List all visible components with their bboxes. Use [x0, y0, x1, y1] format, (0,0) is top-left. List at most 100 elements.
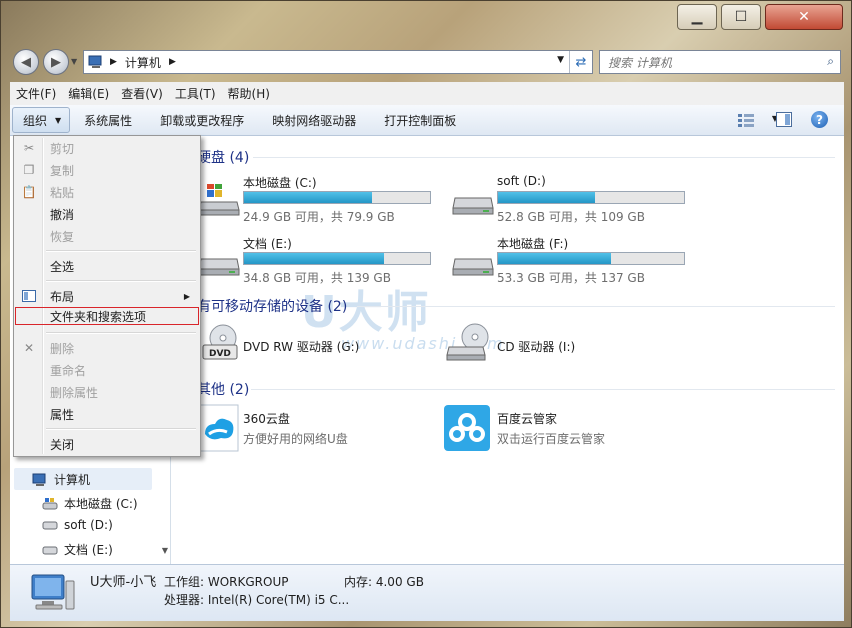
scissors-icon: ✂ [23, 141, 35, 155]
breadcrumb-computer[interactable]: 计算机 [125, 54, 161, 71]
forward-arrow-icon: ▶ [51, 54, 61, 70]
cd-drive-item[interactable]: CD 驱动器 (I:) [443, 323, 683, 367]
menu-item-label: 全选 [50, 259, 75, 274]
close-button[interactable]: ✕ [765, 4, 843, 30]
group-header-hdd[interactable]: 硬盘 (4) [197, 147, 249, 167]
baidu-cloud-item[interactable]: 百度云管家 双击运行百度云管家 [443, 404, 683, 454]
back-button[interactable]: ◀ [13, 49, 39, 75]
dvd-drive-name: DVD RW 驱动器 (G:) [243, 340, 360, 354]
menu-item-delete[interactable]: ✕ 删除 [16, 338, 198, 358]
drive-f[interactable]: 本地磁盘 (F:) 53.3 GB 可用，共 137 GB [451, 235, 691, 291]
search-placeholder: 搜索 计算机 [608, 55, 672, 70]
drive-c[interactable]: 本地磁盘 (C:) 24.9 GB 可用，共 79.9 GB [197, 174, 437, 230]
layout-icon [22, 289, 36, 303]
group-header-other[interactable]: 其他 (2) [197, 379, 249, 399]
cd-drive-name: CD 驱动器 (I:) [497, 340, 576, 354]
workgroup-info: 工作组: WORKGROUP [164, 575, 289, 589]
drive-f-icon [452, 258, 494, 276]
nav-scroll-down-icon[interactable]: ▼ [162, 546, 168, 555]
menu-item-copy[interactable]: ❐ 复制 [16, 160, 198, 180]
menu-tools[interactable]: 工具(T) [169, 85, 222, 102]
organize-button[interactable]: 组织 ▼ [12, 107, 71, 133]
map-network-drive-button[interactable]: 映射网络驱动器 [258, 112, 370, 129]
nav-item-drive-e[interactable]: 文档 (E:) [42, 541, 113, 558]
memory-info: 内存: 4.00 GB [344, 575, 424, 589]
nav-label: 计算机 [54, 473, 91, 487]
help-icon[interactable]: ? [811, 111, 828, 128]
maximize-button[interactable]: ☐ [721, 4, 761, 30]
nav-item-drive-d[interactable]: soft (D:) [42, 518, 113, 532]
menu-item-select-all[interactable]: 全选 [16, 256, 198, 276]
drive-d[interactable]: soft (D:) 52.8 GB 可用，共 109 GB [451, 174, 691, 230]
search-icon[interactable]: ⌕ [827, 54, 834, 69]
drive-usage-bar [243, 191, 431, 204]
drive-e-icon [198, 258, 240, 276]
menu-file[interactable]: 文件(F) [10, 85, 62, 102]
drive-icon [42, 497, 58, 509]
baidu-cloud-name: 百度云管家 [497, 412, 558, 426]
menu-view[interactable]: 查看(V) [115, 85, 169, 102]
menu-item-rename[interactable]: 重命名 [16, 360, 198, 380]
menu-edit[interactable]: 编辑(E) [62, 85, 115, 102]
menu-item-label: 文件夹和搜索选项 [50, 309, 147, 324]
computer-name: U大师-小飞 [90, 575, 157, 590]
menu-item-cut[interactable]: ✂ 剪切 [16, 138, 198, 158]
maximize-icon: ☐ [734, 9, 748, 25]
explorer-window: ▁ ☐ ✕ ◀ ▶ ▼ ▶ 计算机 ▶ ▼ ⇄ 搜索 计算机 ⌕ 文件(F) 编… [0, 0, 852, 628]
minimize-button[interactable]: ▁ [677, 4, 717, 30]
menu-item-properties[interactable]: 属性 [16, 404, 198, 424]
drive-space-info: 53.3 GB 可用，共 137 GB [497, 271, 645, 285]
nav-item-drive-c[interactable]: 本地磁盘 (C:) [42, 495, 138, 512]
menu-item-label: 删除属性 [50, 385, 99, 400]
group-divider [357, 306, 835, 307]
360-cloud-item[interactable]: 360云盘 方便好用的网络U盘 [197, 404, 437, 454]
baidu-cloud-desc: 双击运行百度云管家 [497, 432, 606, 446]
menu-help[interactable]: 帮助(H) [222, 85, 276, 102]
dvd-drive-item[interactable]: DVD DVD RW 驱动器 (G:) [197, 323, 437, 367]
drive-space-info: 52.8 GB 可用，共 109 GB [497, 210, 645, 224]
command-bar: 组织 ▼ 系统属性 卸载或更改程序 映射网络驱动器 打开控制面板 ▼ ? [10, 105, 844, 136]
svg-text:DVD: DVD [209, 349, 231, 359]
menu-item-label: 属性 [50, 407, 75, 422]
copy-icon: ❐ [23, 163, 35, 177]
menu-item-remove-properties[interactable]: 删除属性 [16, 382, 198, 402]
group-divider [253, 157, 835, 158]
drive-usage-fill [498, 192, 595, 203]
group-header-removable[interactable]: 有可移动存储的设备 (2) [197, 296, 347, 316]
nav-label: 文档 (E:) [64, 543, 113, 557]
menu-separator [46, 332, 196, 334]
details-pane: U大师-小飞 工作组: WORKGROUP 内存: 4.00 GB 处理器: I… [10, 564, 844, 621]
submenu-arrow-icon: ▶ [183, 291, 190, 301]
drive-usage-fill [244, 253, 384, 264]
menu-item-layout[interactable]: 布局 ▶ [16, 286, 198, 306]
menu-item-undo[interactable]: 撤消 [16, 204, 198, 224]
menu-item-label: 布局 [50, 289, 75, 304]
drive-name: 本地磁盘 (F:) [497, 237, 569, 251]
forward-button[interactable]: ▶ [43, 49, 69, 75]
menu-separator [46, 250, 196, 252]
system-properties-button[interactable]: 系统属性 [70, 112, 146, 129]
menu-separator [46, 428, 196, 430]
menu-item-folder-options[interactable]: 文件夹和搜索选项 [15, 307, 199, 325]
drive-name: 文档 (E:) [243, 237, 292, 251]
360-cloud-name: 360云盘 [243, 412, 290, 426]
drive-usage-bar [497, 191, 685, 204]
nav-item-computer[interactable]: 计算机 [32, 471, 90, 488]
address-bar[interactable]: ▶ 计算机 ▶ ▼ ⇄ [83, 50, 593, 74]
preview-pane-icon[interactable] [776, 112, 792, 130]
cd-drive-icon [446, 323, 489, 361]
menu-item-paste[interactable]: 📋 粘贴 [16, 182, 198, 202]
breadcrumb-arrow-icon: ▶ [110, 57, 117, 67]
menu-item-close[interactable]: 关闭 [16, 434, 198, 454]
breadcrumb-arrow-icon: ▶ [168, 57, 176, 67]
uninstall-program-button[interactable]: 卸载或更改程序 [146, 112, 258, 129]
open-control-panel-button[interactable]: 打开控制面板 [370, 112, 470, 129]
address-dropdown-icon[interactable]: ▼ [557, 55, 564, 65]
menu-item-redo[interactable]: 恢复 [16, 226, 198, 246]
search-input[interactable]: 搜索 计算机 ⌕ [599, 50, 841, 74]
baidu-cloud-icon [444, 405, 490, 451]
view-options-icon[interactable] [738, 113, 754, 130]
refresh-button[interactable]: ⇄ [569, 51, 592, 73]
history-dropdown-icon[interactable]: ▼ [71, 57, 77, 66]
drive-usage-bar [497, 252, 685, 265]
